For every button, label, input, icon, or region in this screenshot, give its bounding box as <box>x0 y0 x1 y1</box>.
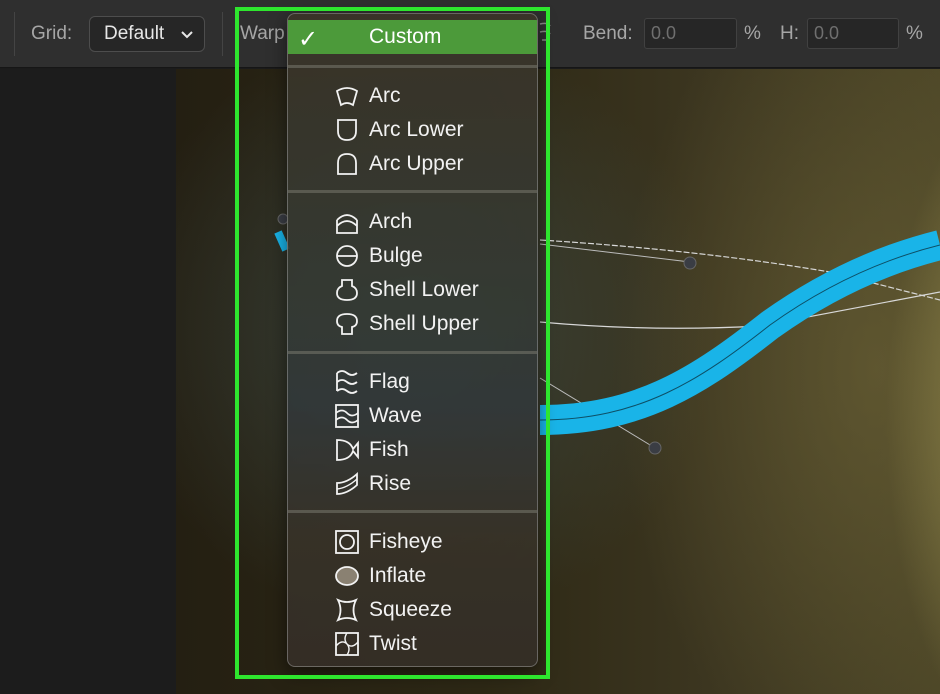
menu-item-label: Shell Upper <box>369 312 479 335</box>
menu-item-label: Arc <box>369 84 401 107</box>
warp-style-menu: ✓ Custom Arc Arc Lower Arc Upper Arch Bu… <box>287 13 538 667</box>
menu-item-fisheye[interactable]: Fisheye <box>288 525 537 559</box>
menu-item-label: Arc Lower <box>369 118 464 141</box>
bend-input[interactable] <box>644 18 737 49</box>
squeeze-icon <box>336 598 358 622</box>
menu-separator <box>288 510 537 513</box>
menu-item-shell-lower[interactable]: Shell Lower <box>288 273 537 307</box>
menu-item-label: Wave <box>369 404 422 427</box>
menu-item-label: Squeeze <box>369 598 452 621</box>
inflate-icon <box>335 566 359 586</box>
bend-unit: % <box>744 23 761 44</box>
arc-upper-icon <box>337 153 357 175</box>
menu-item-shell-upper[interactable]: Shell Upper <box>288 307 537 341</box>
warp-envelope-line <box>539 291 940 329</box>
menu-item-flag[interactable]: Flag <box>288 365 537 399</box>
arc-icon <box>335 87 359 107</box>
bulge-icon <box>336 245 358 267</box>
menu-separator <box>288 190 537 193</box>
blue-stroke-tail <box>274 230 290 252</box>
menu-separator <box>288 65 537 68</box>
toolbar-divider <box>14 12 15 56</box>
grid-dropdown-value: Default <box>104 23 165 44</box>
shell-upper-icon <box>336 313 358 335</box>
chevron-down-icon <box>181 31 193 39</box>
menu-item-inflate[interactable]: Inflate <box>288 559 537 593</box>
menu-separator <box>288 351 537 354</box>
menu-item-bulge[interactable]: Bulge <box>288 239 537 273</box>
grid-label: Grid: <box>31 23 73 44</box>
arch-icon <box>336 214 358 234</box>
menu-item-label: Flag <box>369 370 410 393</box>
fish-icon <box>336 439 359 461</box>
menu-item-label: Inflate <box>369 564 427 587</box>
menu-item-label: Fisheye <box>369 530 443 553</box>
bezier-handle[interactable] <box>648 441 662 455</box>
arc-lower-icon <box>337 119 357 141</box>
menu-item-label: Twist <box>369 632 417 655</box>
warp-style-icon[interactable] <box>538 20 552 46</box>
fisheye-icon <box>335 530 359 554</box>
flag-icon <box>336 370 358 394</box>
grid-dropdown[interactable]: Default <box>89 16 205 52</box>
h-unit: % <box>906 23 923 44</box>
warp-label: Warp <box>240 23 285 44</box>
twist-icon <box>335 632 359 656</box>
rise-icon <box>336 471 358 495</box>
menu-item-arch[interactable]: Arch <box>288 205 537 239</box>
menu-item-label: Arch <box>369 210 413 233</box>
bezier-handle-line <box>539 243 691 263</box>
toolbar-divider <box>222 12 223 56</box>
menu-item-fish[interactable]: Fish <box>288 433 537 467</box>
menu-item-arc[interactable]: Arc <box>288 79 537 113</box>
blue-stroke-path[interactable] <box>539 230 940 435</box>
wave-icon <box>335 404 359 428</box>
menu-item-label: Shell Lower <box>369 278 479 301</box>
menu-item-label: Custom <box>369 25 442 48</box>
menu-item-label: Bulge <box>369 244 423 267</box>
bend-label: Bend: <box>583 23 633 44</box>
menu-item-label: Fish <box>369 438 409 461</box>
shell-lower-icon <box>336 279 358 301</box>
menu-item-arc-upper[interactable]: Arc Upper <box>288 147 537 181</box>
menu-item-arc-lower[interactable]: Arc Lower <box>288 113 537 147</box>
menu-item-label: Arc Upper <box>369 152 464 175</box>
menu-item-wave[interactable]: Wave <box>288 399 537 433</box>
h-input[interactable] <box>807 18 899 49</box>
menu-item-rise[interactable]: Rise <box>288 467 537 501</box>
menu-item-squeeze[interactable]: Squeeze <box>288 593 537 627</box>
canvas-pasteboard <box>0 69 176 694</box>
h-label: H: <box>780 23 799 44</box>
menu-item-twist[interactable]: Twist <box>288 627 537 661</box>
bezier-handle[interactable] <box>683 256 697 270</box>
menu-item-custom[interactable]: ✓ Custom <box>288 20 537 54</box>
menu-item-label: Rise <box>369 472 412 495</box>
checkmark-icon: ✓ <box>298 26 319 53</box>
